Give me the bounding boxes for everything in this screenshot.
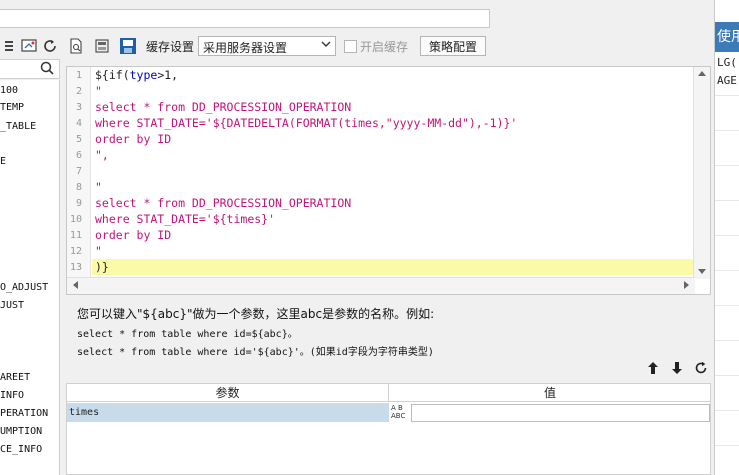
code-line: order by ID xyxy=(95,228,172,242)
list-item[interactable]: 100 xyxy=(0,85,18,96)
line-number: 3 xyxy=(75,102,82,113)
scroll-up-icon[interactable] xyxy=(694,69,710,78)
sql-editor[interactable]: 1 2 3 4 5 6 7 8 9 10 11 12 13 ${if(type>… xyxy=(66,66,711,295)
param-name-cell[interactable]: times xyxy=(67,403,389,422)
divider xyxy=(715,200,739,201)
column-header-value: 值 xyxy=(389,384,711,402)
top-name-input[interactable] xyxy=(0,9,490,28)
code-line: order by ID xyxy=(95,132,172,146)
strategy-config-button[interactable]: 策略配置 xyxy=(420,36,487,56)
line-number: 12 xyxy=(69,246,82,257)
line-number: 9 xyxy=(75,198,82,209)
list-item[interactable]: TEMP xyxy=(0,102,24,113)
divider xyxy=(715,270,739,271)
hint-text: 您可以键入"${abc}"做为一个参数，这里abc是参数的名称。例如: xyxy=(77,307,435,321)
sql-sync-icon[interactable] xyxy=(92,36,112,56)
divider xyxy=(715,375,739,376)
chevron-down-icon[interactable] xyxy=(321,39,331,52)
list-item[interactable]: JUST xyxy=(0,300,24,311)
code-line: select * from DD_PROCESSION_OPERATION xyxy=(95,100,352,114)
divider xyxy=(715,410,739,411)
scroll-down-icon[interactable] xyxy=(694,268,710,277)
divider xyxy=(715,305,739,306)
list-item[interactable]: INFO xyxy=(0,390,24,401)
scroll-right-icon[interactable] xyxy=(679,281,695,291)
search-icon[interactable] xyxy=(40,61,54,79)
code-line: where STAT_DATE='${DATEDELTA(FORMAT(time… xyxy=(95,116,518,130)
checkbox-box[interactable] xyxy=(344,39,358,53)
list-item[interactable]: UMPTION xyxy=(0,426,42,437)
list-item[interactable]: CE_INFO xyxy=(0,444,42,455)
table-list: 100 TEMP _TABLE E O_ADJUST JUST AREET IN… xyxy=(0,80,60,475)
enable-cache-label: 开启缓存 xyxy=(360,39,409,54)
hint-example: select * from table where id=${abc}。 xyxy=(77,329,298,340)
horizontal-scrollbar[interactable] xyxy=(67,277,695,294)
list-item[interactable]: _TABLE xyxy=(0,121,36,132)
code-line: " xyxy=(95,84,102,98)
param-value-input[interactable] xyxy=(411,403,710,422)
hint-example: select * from table where id='${abc}'。(如… xyxy=(77,347,434,358)
edit-datasource-icon[interactable] xyxy=(20,37,40,55)
divider xyxy=(715,130,739,131)
cache-settings-icon[interactable] xyxy=(118,36,138,56)
divider xyxy=(715,340,739,341)
divider xyxy=(715,95,739,96)
list-item[interactable]: E xyxy=(0,156,6,167)
code-token: ${if( xyxy=(95,68,130,82)
line-number: 13 xyxy=(69,262,82,273)
line-number: 5 xyxy=(75,134,82,145)
code-line: where STAT_DATE='${times}' xyxy=(95,212,276,226)
line-number: 7 xyxy=(75,166,82,177)
left-search-input[interactable] xyxy=(0,59,60,79)
line-number: 10 xyxy=(69,214,82,225)
cache-settings-label: 缓存设置 xyxy=(146,39,195,54)
arrow-down-icon[interactable] xyxy=(665,360,689,376)
refresh-params-icon[interactable] xyxy=(689,360,713,376)
param-controls xyxy=(641,360,713,376)
code-line: " xyxy=(95,244,102,258)
param-type-icon[interactable]: A B ABC xyxy=(389,404,411,422)
refresh-icon[interactable] xyxy=(40,37,60,55)
list-item[interactable]: PERATION xyxy=(0,408,48,419)
code-keyword: type xyxy=(129,68,158,82)
scroll-left-icon[interactable] xyxy=(67,281,83,291)
list-item[interactable]: AREET xyxy=(0,372,30,383)
right-panel-text: LG( xyxy=(717,56,737,69)
list-item[interactable]: O_ADJUST xyxy=(0,282,48,293)
line-number: 8 xyxy=(75,182,82,193)
cache-mode-select[interactable]: 采用服务器设置 xyxy=(198,36,337,56)
right-panel-header: 使用 xyxy=(715,22,739,52)
param-value-cell: A B ABC xyxy=(389,403,711,422)
preview-icon[interactable] xyxy=(66,36,86,56)
line-number: 1 xyxy=(75,70,82,81)
right-panel: 使用 LG( AGE xyxy=(714,0,739,475)
parameter-hint: 您可以键入"${abc}"做为一个参数，这里abc是参数的名称。例如: sele… xyxy=(77,305,434,358)
divider xyxy=(715,445,739,446)
line-number: 4 xyxy=(75,118,82,129)
arrow-up-icon[interactable] xyxy=(641,360,665,376)
code-line: ", xyxy=(95,148,109,162)
code-line-active: )} xyxy=(92,259,694,275)
code-line: " xyxy=(95,180,102,194)
divider xyxy=(715,235,739,236)
code-line: select * from DD_PROCESSION_OPERATION xyxy=(95,196,352,210)
column-header-param: 参数 xyxy=(67,384,389,402)
list-icon[interactable] xyxy=(0,37,20,55)
code-token: >1, xyxy=(157,68,179,82)
line-number-gutter: 1 2 3 4 5 6 7 8 9 10 11 12 13 xyxy=(67,67,91,294)
left-toolbar xyxy=(0,33,64,58)
line-number: 6 xyxy=(75,150,82,161)
parameter-table: 参数 值 times A B ABC xyxy=(66,383,711,475)
right-panel-text: AGE xyxy=(717,74,737,87)
line-number: 11 xyxy=(69,230,82,241)
code-line: ${if(type>1, xyxy=(95,67,178,83)
line-number: 2 xyxy=(75,86,82,97)
query-toolbar: 缓存设置 采用服务器设置 开启缓存 策略配置 xyxy=(66,35,487,57)
cache-mode-value: 采用服务器设置 xyxy=(203,41,288,55)
vertical-scrollbar[interactable] xyxy=(693,67,710,279)
divider xyxy=(715,165,739,166)
enable-cache-checkbox[interactable]: 开启缓存 xyxy=(344,38,408,55)
